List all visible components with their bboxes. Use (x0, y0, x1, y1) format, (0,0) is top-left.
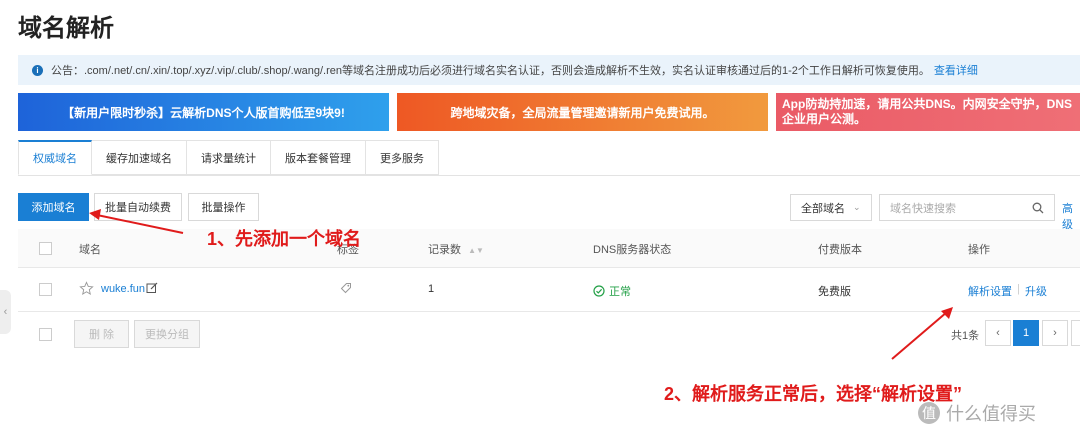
watermark: 值 什么值得买 (918, 400, 1036, 426)
annotation-step-1: 1、先添加一个域名 (207, 229, 362, 249)
watermark-text: 什么值得买 (946, 404, 1036, 424)
watermark-logo-icon: 值 (918, 402, 940, 424)
annotation-arrows (89, 209, 953, 360)
